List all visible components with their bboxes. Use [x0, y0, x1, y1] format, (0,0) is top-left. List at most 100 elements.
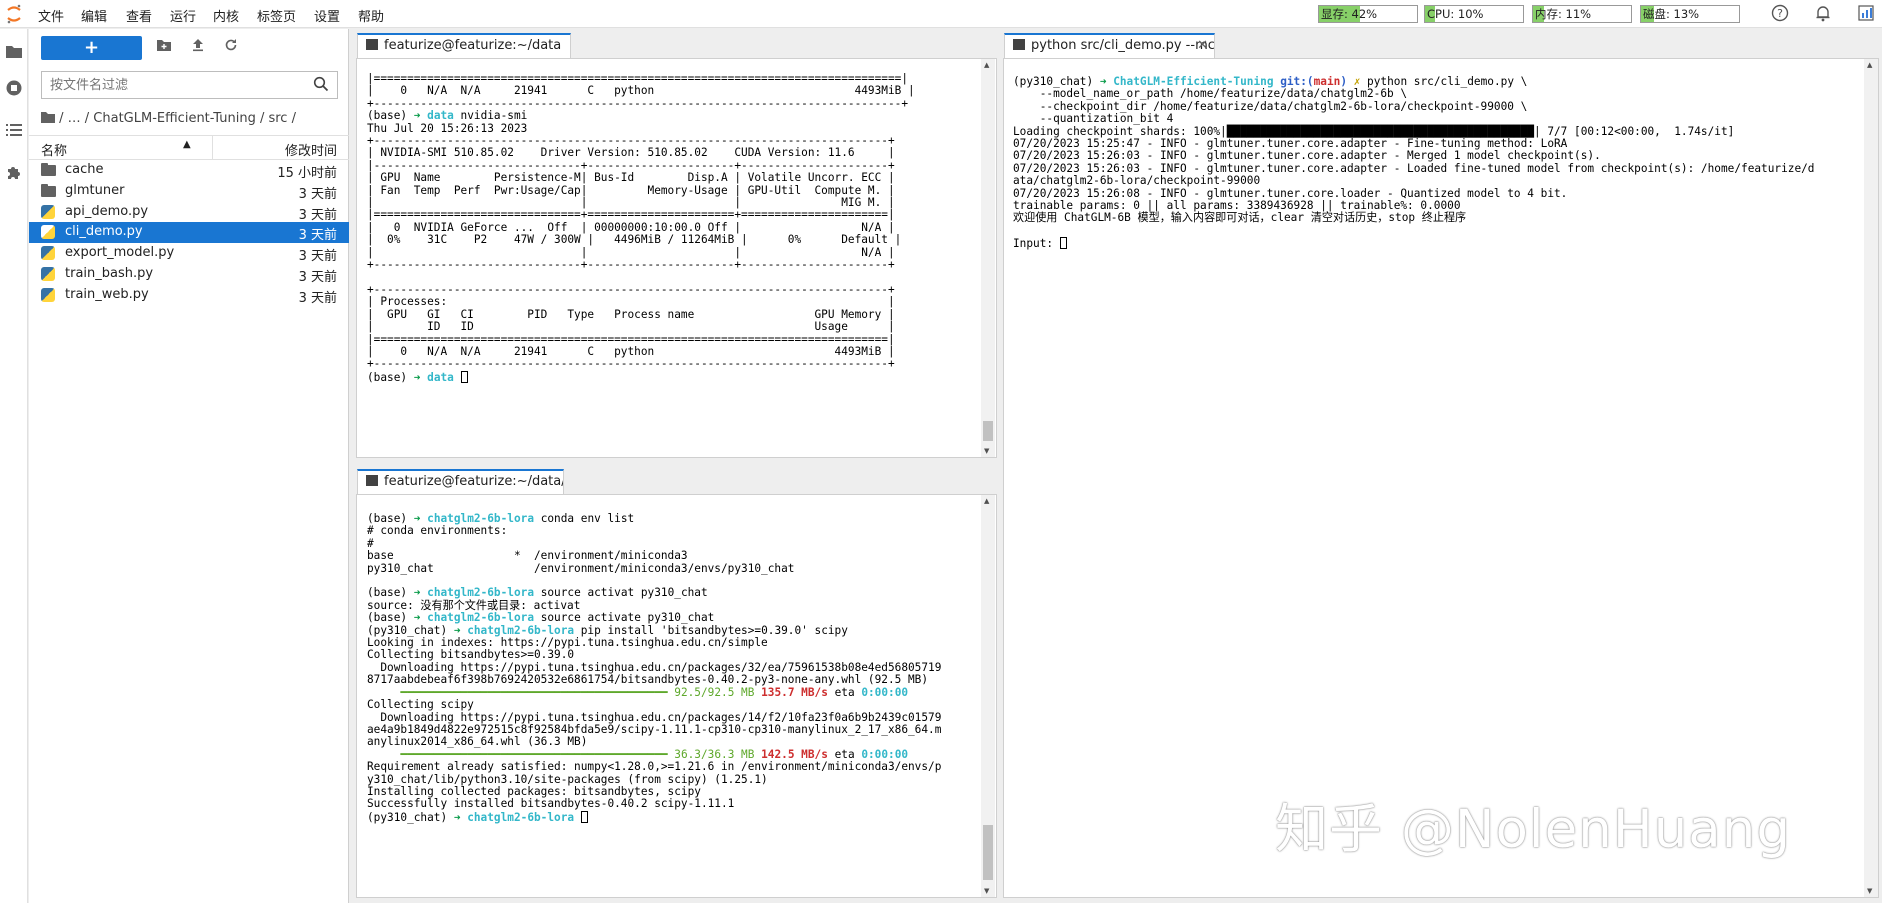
- scroll-up-icon[interactable]: ▲: [984, 61, 989, 69]
- close-tab-icon[interactable]: ✕: [1197, 35, 1208, 57]
- disk-meter: 磁盘: 13%: [1640, 5, 1740, 23]
- terminal-line: Downloading https://pypi.tuna.tsinghua.e…: [367, 710, 942, 724]
- terminal-line: --checkpoint_dir /home/featurize/data/ch…: [1013, 99, 1528, 113]
- file-modified: 3 天前: [298, 270, 337, 285]
- terminal-3-output[interactable]: (py310_chat) ➜ ChatGLM-Efficient-Tuning …: [1013, 76, 1861, 896]
- scroll-down-icon[interactable]: ▼: [984, 887, 989, 895]
- terminal-line: | Processes: |: [367, 295, 895, 309]
- terminal-line: | GPU Name Persistence-M| Bus-Id Disp.A …: [367, 171, 895, 185]
- breadcrumb[interactable]: / … / ChatGLM-Efficient-Tuning / src /: [41, 111, 296, 126]
- terminal-line: --quantization_bit 4: [1013, 112, 1174, 126]
- terminal-1-output[interactable]: |=======================================…: [367, 73, 979, 455]
- menu-edit[interactable]: 编辑: [81, 6, 107, 25]
- terminal-2-output[interactable]: (base) ➜ chatglm2-6b-lora conda env list…: [367, 513, 979, 897]
- file-filter[interactable]: [41, 71, 338, 99]
- terminal-icon: [1013, 39, 1025, 50]
- list-item[interactable]: train_web.py 3 天前: [29, 285, 349, 306]
- menu-view[interactable]: 查看: [126, 6, 152, 25]
- terminal-line: | Fan Temp Perf Pwr:Usage/Cap| Memory-Us…: [367, 183, 895, 197]
- terminal-line: (base) ➜ data nvidia-smi: [367, 109, 528, 123]
- terminal-line: (base) ➜ chatglm2-6b-lora conda env list: [367, 513, 635, 525]
- terminal-line: Downloading https://pypi.tuna.tsinghua.e…: [367, 660, 942, 674]
- cpu-meter: CPU: 10%: [1424, 5, 1524, 23]
- list-item[interactable]: glmtuner 3 天前: [29, 181, 349, 202]
- watermark: 知乎 @NolenHuang: [1275, 799, 1791, 860]
- file-name: train_web.py: [65, 286, 149, 302]
- upload-icon[interactable]: [187, 37, 209, 59]
- search-icon: [313, 76, 331, 94]
- new-launcher-button[interactable]: +: [41, 36, 142, 60]
- scroll-down-icon[interactable]: ▼: [1867, 887, 1872, 895]
- tab-terminal-3[interactable]: python src/cli_demo.py --mc ✕: [1004, 33, 1215, 59]
- chart-icon[interactable]: [1856, 4, 1876, 24]
- menu-run[interactable]: 运行: [170, 6, 196, 25]
- menu-kernel[interactable]: 内核: [213, 6, 239, 25]
- terminal-line: +---------------------------------------…: [367, 134, 895, 148]
- file-modified: 3 天前: [298, 290, 337, 306]
- menu-help[interactable]: 帮助: [358, 6, 384, 25]
- scroll-down-icon[interactable]: ▼: [984, 447, 989, 455]
- terminal-line: ata/chatglm2-6b-lora/checkpoint-99000: [1013, 174, 1261, 188]
- python-file-icon: [41, 287, 55, 302]
- file-name: cli_demo.py: [65, 224, 143, 240]
- terminal-line: +---------------------------------------…: [367, 96, 908, 110]
- file-modified: 3 天前: [298, 228, 337, 244]
- list-item[interactable]: export_model.py 3 天前: [29, 243, 349, 264]
- terminal-panel-2[interactable]: (base) ➜ chatglm2-6b-lora conda env list…: [356, 494, 997, 898]
- new-folder-icon[interactable]: [153, 37, 175, 59]
- column-name-header[interactable]: 名称: [41, 140, 67, 159]
- terminal-panel-3[interactable]: (py310_chat) ➜ ChatGLM-Efficient-Tuning …: [1003, 58, 1879, 898]
- terminal-1-scrollbar[interactable]: ▲ ▼: [981, 59, 995, 457]
- svg-text:?: ?: [1777, 7, 1783, 20]
- extension-icon[interactable]: [4, 164, 24, 184]
- terminal-line: (py310_chat) ➜ ChatGLM-Efficient-Tuning …: [1013, 76, 1528, 88]
- scroll-up-icon[interactable]: ▲: [1867, 61, 1872, 69]
- terminal-line: Collecting scipy: [367, 698, 474, 712]
- terminal-2-scrollbar[interactable]: ▲ ▼: [981, 495, 995, 897]
- breadcrumb-path[interactable]: / … / ChatGLM-Efficient-Tuning / src /: [59, 111, 296, 126]
- terminal-line: (base) ➜ data: [367, 370, 468, 384]
- scroll-up-icon[interactable]: ▲: [984, 497, 989, 505]
- terminal-line: Loading checkpoint shards: 100%|████████…: [1013, 124, 1735, 138]
- running-kernels-icon[interactable]: [4, 79, 24, 99]
- help-icon[interactable]: ?: [1770, 4, 1790, 24]
- terminal-line: 07/20/2023 15:26:08 - INFO - glmtuner.tu…: [1013, 186, 1568, 200]
- file-name: glmtuner: [65, 182, 125, 198]
- terminal-panel-1[interactable]: |=======================================…: [356, 58, 997, 458]
- tab-terminal-1[interactable]: featurize@featurize:~/data: [357, 33, 571, 59]
- scrollbar-thumb[interactable]: [983, 825, 993, 880]
- terminal-line: | NVIDIA-SMI 510.85.02 Driver Version: 5…: [367, 146, 895, 160]
- list-item[interactable]: cli_demo.py 3 天前: [29, 222, 349, 244]
- list-item[interactable]: api_demo.py 3 天前: [29, 202, 349, 223]
- sort-ascending-icon[interactable]: ▲: [183, 139, 191, 150]
- terminal-line: | 0 NVIDIA GeForce ... Off | 00000000:10…: [367, 220, 895, 234]
- terminal-line: Collecting bitsandbytes>=0.39.0: [367, 648, 575, 662]
- menu-tabs[interactable]: 标签页: [257, 6, 296, 25]
- folder-icon[interactable]: [41, 111, 55, 123]
- terminal-line: | | | N/A |: [367, 245, 895, 259]
- list-item[interactable]: train_bash.py 3 天前: [29, 264, 349, 285]
- terminal-line: Input:: [1013, 237, 1067, 250]
- terminal-3-scrollbar[interactable]: ▲ ▼: [1864, 59, 1878, 897]
- scrollbar-thumb[interactable]: [983, 421, 993, 441]
- bell-icon[interactable]: [1813, 4, 1833, 24]
- tab-terminal-2-label: featurize@featurize:~/data/c: [384, 474, 564, 489]
- terminal-line: py310_chat /environment/miniconda3/envs/…: [367, 561, 795, 575]
- file-name: export_model.py: [65, 245, 175, 261]
- terminal-cursor: [460, 370, 468, 383]
- terminal-line: ━━━━━━━━━━━━━━━━━━━━━━━━━━━━━━━━━━━━━━━━…: [400, 685, 909, 699]
- gpu-memory-meter: 显存: 42%: [1318, 5, 1418, 23]
- menu-settings[interactable]: 设置: [314, 6, 340, 25]
- file-filter-input[interactable]: [42, 72, 302, 98]
- column-modified-header[interactable]: 修改时间: [285, 140, 337, 159]
- terminal-line: | 0 N/A N/A 21941 C python 4493MiB |: [367, 344, 895, 358]
- terminal-line: 07/20/2023 15:26:03 - INFO - glmtuner.tu…: [1013, 161, 1815, 175]
- refresh-icon[interactable]: [220, 37, 242, 59]
- menu-file[interactable]: 文件: [38, 6, 64, 25]
- terminal-line: Installing collected packages: bitsandby…: [367, 784, 701, 798]
- tab-terminal-2[interactable]: featurize@featurize:~/data/c: [357, 469, 564, 495]
- table-of-contents-icon[interactable]: [4, 122, 24, 142]
- terminal-icon: [366, 39, 378, 50]
- list-item[interactable]: cache 15 小时前: [29, 160, 349, 181]
- folder-icon[interactable]: [4, 43, 24, 63]
